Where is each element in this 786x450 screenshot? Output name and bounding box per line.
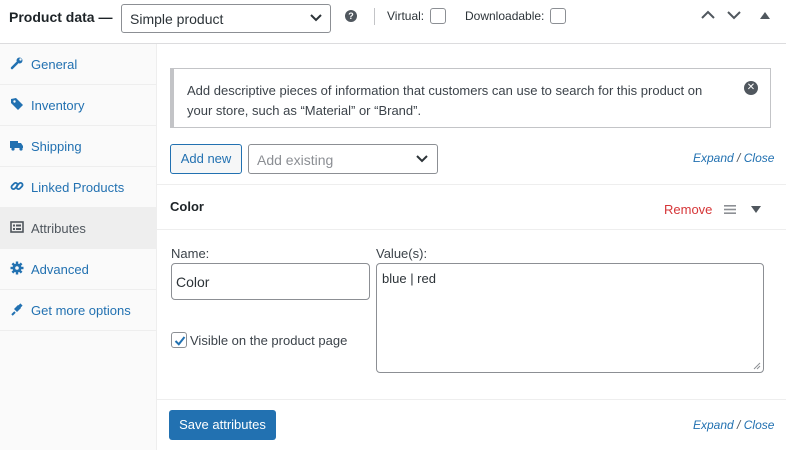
product-data-tabs: General Inventory Shipping Linked Produc… — [0, 44, 157, 450]
attribute-header[interactable]: Color Remove — [157, 185, 786, 230]
tab-label: Attributes — [31, 221, 86, 236]
tab-label: Shipping — [31, 139, 82, 154]
attribute-name-value: Color — [176, 274, 210, 290]
visible-on-product-page-checkbox[interactable] — [171, 332, 187, 348]
virtual-checkbox[interactable] — [430, 8, 446, 24]
link-separator: / — [737, 418, 741, 432]
expand-all-link[interactable]: Expand — [693, 151, 734, 165]
tab-attributes[interactable]: Attributes — [0, 208, 157, 249]
visible-on-product-page-label: Visible on the product page — [190, 333, 348, 348]
close-all-link[interactable]: Close — [744, 418, 775, 432]
resize-grip-icon[interactable] — [753, 362, 761, 370]
add-existing-placeholder: Add existing — [257, 152, 334, 168]
link-icon — [10, 182, 24, 190]
virtual-label: Virtual: — [387, 9, 425, 23]
gear-icon — [10, 261, 24, 275]
downloadable-checkbox[interactable] — [550, 8, 566, 24]
notice-text: Add descriptive pieces of information th… — [187, 83, 703, 118]
list-icon — [10, 221, 24, 233]
add-new-attribute-button[interactable]: Add new — [170, 144, 242, 174]
tab-general[interactable]: General — [0, 44, 157, 85]
attribute-title: Color — [170, 199, 204, 214]
tag-icon — [11, 98, 23, 110]
product-type-select[interactable]: Simple product — [121, 4, 331, 33]
attribute-values-textarea[interactable]: blue | red — [376, 263, 764, 373]
close-all-link[interactable]: Close — [744, 151, 775, 165]
tab-label: Inventory — [31, 98, 85, 113]
expand-all-link[interactable]: Expand — [693, 418, 734, 432]
collapse-panel-icon[interactable] — [760, 11, 770, 19]
attributes-info-notice: Add descriptive pieces of information th… — [170, 68, 771, 128]
tab-shipping[interactable]: Shipping — [0, 126, 157, 167]
tab-label: Advanced — [31, 262, 89, 277]
product-type-value: Simple product — [130, 11, 224, 27]
link-separator: / — [737, 151, 741, 165]
downloadable-label: Downloadable: — [465, 9, 545, 23]
chevron-down-icon — [416, 155, 428, 163]
chevron-down-icon — [310, 14, 322, 22]
tab-label: General — [31, 57, 78, 72]
checkmark-icon — [174, 336, 186, 346]
tab-label: Get more options — [31, 303, 131, 318]
tab-linked-products[interactable]: Linked Products — [0, 167, 157, 208]
values-label: Value(s): — [376, 246, 428, 261]
move-down-icon[interactable] — [727, 10, 741, 20]
tab-inventory[interactable]: Inventory — [0, 85, 157, 126]
expand-close-links-top: Expand / Close — [693, 151, 774, 165]
header-divider — [374, 8, 375, 25]
product-data-header: Product data — Simple product ? Virtual:… — [0, 0, 786, 44]
save-attributes-button[interactable]: Save attributes — [169, 410, 276, 440]
move-up-icon[interactable] — [701, 10, 715, 20]
tab-advanced[interactable]: Advanced — [0, 249, 157, 290]
product-data-title: Product data — — [9, 9, 113, 25]
truck-icon — [10, 141, 23, 151]
remove-attribute-link[interactable]: Remove — [664, 202, 712, 217]
close-icon[interactable]: ✕ — [744, 81, 758, 95]
plugin-icon — [11, 303, 23, 316]
attribute-name-input[interactable]: Color — [171, 263, 370, 300]
drag-handle-icon[interactable] — [724, 205, 736, 214]
wrench-icon — [10, 57, 23, 70]
caret-down-icon[interactable] — [751, 206, 761, 213]
name-label: Name: — [171, 246, 210, 261]
help-icon[interactable]: ? — [345, 10, 357, 22]
tab-label: Linked Products — [31, 180, 125, 195]
tab-get-more-options[interactable]: Get more options — [0, 290, 157, 331]
add-existing-attribute-select[interactable]: Add existing — [248, 144, 438, 174]
attribute-values-value: blue | red — [382, 271, 436, 286]
expand-close-links-bottom: Expand / Close — [693, 418, 774, 432]
